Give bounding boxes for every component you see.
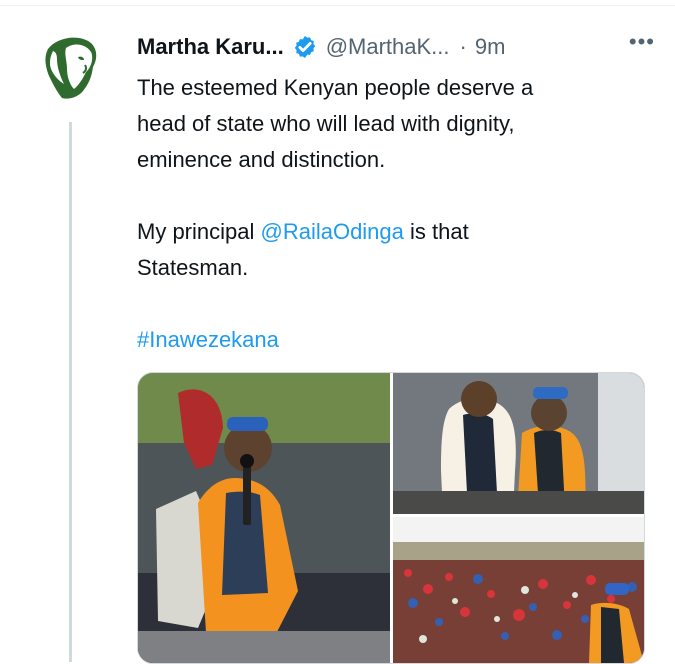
thread-connector-line (69, 122, 72, 662)
tweet-line-4: My principal @RailaOdinga is that (137, 214, 657, 250)
mention-link[interactable]: @RailaOdinga (260, 219, 403, 244)
line-4-suffix: is that (403, 219, 469, 244)
tweet-line-2: head of state who will lead with dignity… (137, 111, 515, 136)
tweet-header: Martha Karu... @MarthaK... · 9m ••• (137, 29, 657, 63)
top-divider (0, 5, 675, 6)
separator-dot: · (459, 34, 467, 59)
tweet-text: The esteemed Kenyan people deserve a hea… (137, 70, 657, 358)
tweet-line-5: Statesman. (137, 255, 249, 280)
photo-2[interactable] (393, 373, 644, 514)
photo-1[interactable] (138, 373, 390, 663)
tweet-line-1: The esteemed Kenyan people deserve a (137, 75, 534, 100)
profile-silhouette-icon (36, 34, 108, 106)
avatar[interactable] (36, 34, 108, 106)
author-handle[interactable]: @MarthaK... (326, 34, 450, 60)
tweet-line-3: eminence and distinction. (137, 147, 386, 172)
line-4-prefix: My principal (137, 219, 261, 244)
more-options-icon[interactable]: ••• (629, 29, 655, 55)
paragraph-gap-2 (137, 286, 657, 322)
photo-3[interactable] (393, 517, 644, 663)
author-name[interactable]: Martha Karu... (137, 34, 284, 60)
verified-badge-icon (292, 34, 318, 60)
hashtag-link[interactable]: #Inawezekana (137, 327, 279, 352)
media-grid (137, 372, 645, 664)
hashtag-line: #Inawezekana (137, 322, 657, 358)
tweet-time[interactable]: 9m (475, 34, 506, 60)
